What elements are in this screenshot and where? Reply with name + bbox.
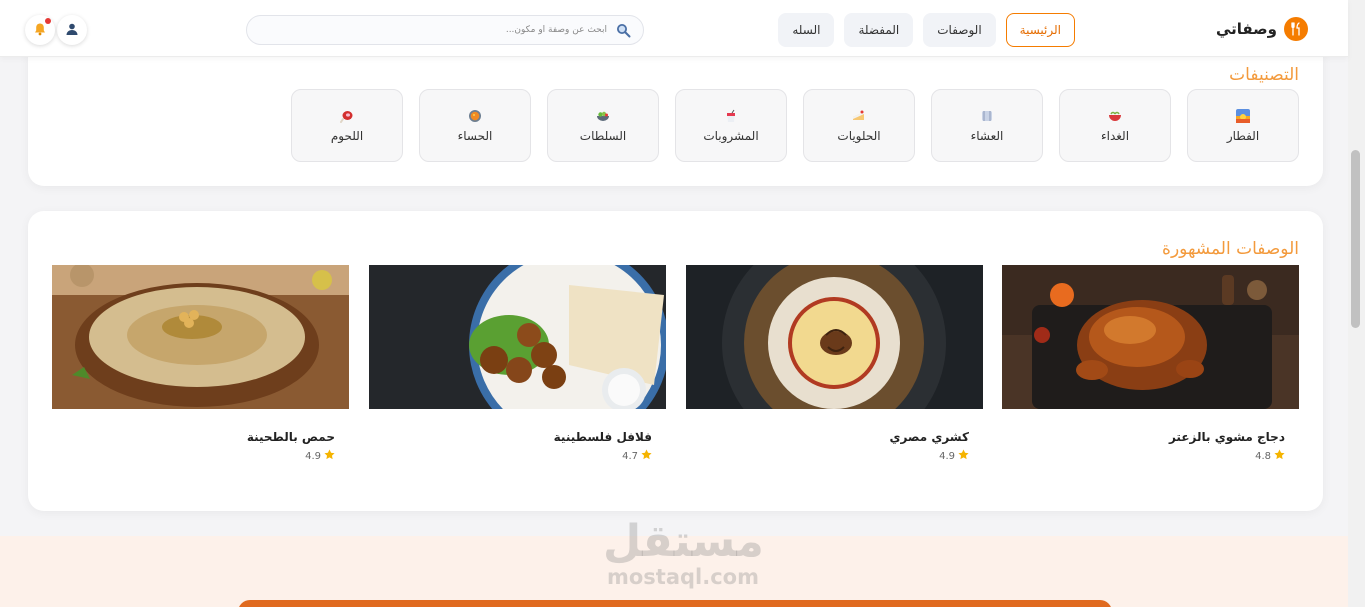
user-button[interactable] [57, 15, 87, 45]
recipe-rating: 4.7 [622, 449, 652, 463]
bowl-icon [1108, 109, 1122, 123]
bell-icon [33, 21, 47, 40]
recipe-name[interactable]: دجاج مشوي بالزعتر [1169, 430, 1285, 444]
category-salads[interactable]: السلطات [547, 89, 659, 162]
categories-section: التصنيفات الفطار الغداء العشاء الحلويات … [28, 40, 1323, 186]
recipe-card[interactable]: حمص بالطحينة 4.9 [52, 265, 349, 465]
category-drinks[interactable]: المشروبات [675, 89, 787, 162]
plate-icon [980, 109, 994, 123]
nav-cart[interactable]: السله [778, 13, 835, 47]
popular-recipes-section: الوصفات المشهورة دجاج مشوي بالزعتر 4.8 ك… [28, 211, 1323, 511]
drink-icon [724, 109, 738, 123]
recipe-name[interactable]: فلافل فلسطينية [554, 430, 652, 444]
category-label: اللحوم [330, 128, 364, 143]
scrollbar-thumb[interactable] [1351, 150, 1360, 328]
watermark: مستقل mostaql.com [603, 516, 764, 589]
cake-icon [852, 109, 866, 123]
recipe-rating: 4.8 [1255, 449, 1285, 463]
notification-dot [45, 18, 51, 24]
recipe-image-hummus[interactable] [52, 265, 349, 409]
category-label: السلطات [579, 128, 627, 143]
category-label: المشروبات [703, 128, 759, 143]
star-icon [324, 449, 335, 463]
brand-name: وصفاتي [1215, 20, 1277, 38]
rating-value: 4.9 [939, 450, 955, 462]
category-label: الغداء [1100, 128, 1130, 143]
recipe-rating: 4.9 [939, 449, 969, 463]
watermark-latin: mostaql.com [607, 565, 759, 589]
sunrise-icon [1236, 108, 1250, 123]
rating-value: 4.7 [622, 450, 638, 462]
top-navbar: وصفاتي الرئيسية الوصفات المفضلة السله [0, 0, 1348, 57]
notifications-button[interactable] [25, 15, 55, 45]
category-dinner[interactable]: العشاء [931, 89, 1043, 162]
star-icon [1274, 449, 1285, 463]
salad-icon [596, 109, 610, 123]
nav-recipes[interactable]: الوصفات [923, 13, 996, 47]
category-label: العشاء [970, 128, 1004, 143]
fork-knife-icon [1284, 17, 1308, 41]
user-icon [65, 21, 79, 40]
recipe-image-roast-chicken[interactable] [1002, 265, 1299, 409]
popular-title: الوصفات المشهورة [1162, 239, 1299, 259]
search-input[interactable] [497, 25, 607, 35]
star-icon [641, 449, 652, 463]
recipe-card[interactable]: كشري مصري 4.9 [686, 265, 983, 465]
category-desserts[interactable]: الحلويات [803, 89, 915, 162]
search-bar[interactable] [246, 15, 644, 45]
recipe-image-falafel[interactable] [369, 265, 666, 409]
nav-home[interactable]: الرئيسية [1005, 13, 1075, 47]
meat-icon [340, 109, 354, 123]
nav-favorites[interactable]: المفضلة [844, 13, 914, 47]
watermark-arabic: مستقل [603, 516, 764, 567]
rating-value: 4.8 [1255, 450, 1271, 462]
category-label: الحلويات [837, 128, 881, 143]
recipe-card[interactable]: فلافل فلسطينية 4.7 [369, 265, 666, 465]
category-label: الفطار [1226, 128, 1260, 143]
recipe-card[interactable]: دجاج مشوي بالزعتر 4.8 [1002, 265, 1299, 465]
category-meat[interactable]: اللحوم [291, 89, 403, 162]
categories-title: التصنيفات [1229, 65, 1299, 85]
main-nav: الرئيسية الوصفات المفضلة السله [778, 13, 1075, 47]
search-icon[interactable] [613, 21, 631, 39]
category-label: الحساء [457, 128, 493, 143]
recipe-name[interactable]: حمص بالطحينة [247, 430, 335, 444]
recipe-image-koshari[interactable] [686, 265, 983, 409]
category-lunch[interactable]: الغداء [1059, 89, 1171, 162]
category-soups[interactable]: الحساء [419, 89, 531, 162]
star-icon [958, 449, 969, 463]
recipe-rating: 4.9 [305, 449, 335, 463]
rating-value: 4.9 [305, 450, 321, 462]
category-breakfast[interactable]: الفطار [1187, 89, 1299, 162]
soup-icon [468, 109, 482, 123]
recipe-name[interactable]: كشري مصري [889, 430, 969, 444]
footer-banner [238, 600, 1112, 607]
brand[interactable]: وصفاتي [1216, 17, 1308, 41]
